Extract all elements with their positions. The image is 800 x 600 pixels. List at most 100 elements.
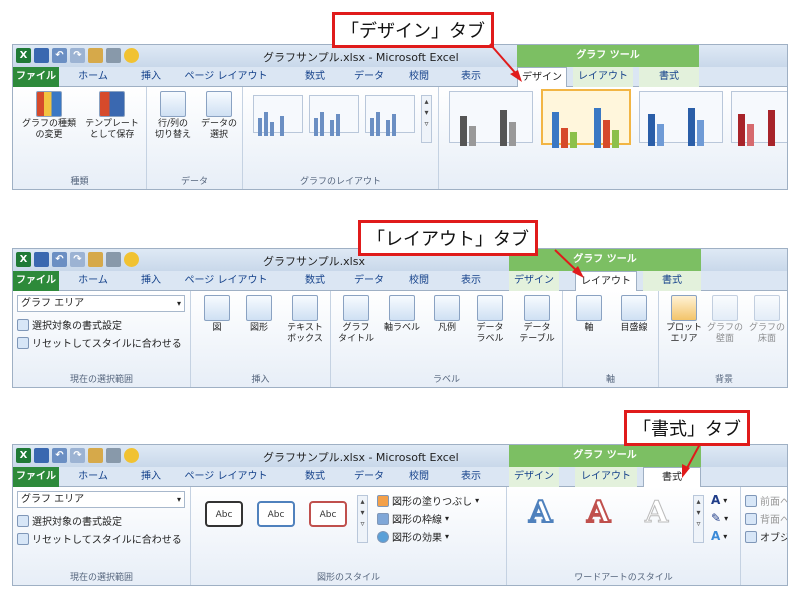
smiley-icon[interactable] bbox=[124, 448, 139, 463]
chart-style-red[interactable] bbox=[731, 91, 787, 143]
redo-icon[interactable]: ↷ bbox=[70, 252, 85, 267]
shape-outline-button[interactable]: 図形の枠線 ▾ bbox=[377, 511, 449, 526]
select-data-button[interactable]: データの 選択 bbox=[197, 91, 241, 141]
data-labels-button[interactable]: データ ラベル bbox=[469, 295, 511, 345]
chart-layout-option-2[interactable] bbox=[309, 95, 359, 133]
tab-file[interactable]: ファイル bbox=[13, 467, 59, 487]
reset-to-match-style-button[interactable]: リセットしてスタイルに合わせる bbox=[17, 531, 182, 546]
chart-layout-option-3[interactable] bbox=[365, 95, 415, 133]
selection-pane-button[interactable]: オブジェ bbox=[745, 529, 787, 544]
shape-style-blue[interactable]: Abc bbox=[257, 501, 295, 527]
format-selection-button[interactable]: 選択対象の書式設定 bbox=[17, 513, 122, 528]
tab-home[interactable]: ホーム bbox=[73, 271, 113, 291]
save-as-template-button[interactable]: テンプレート として保存 bbox=[81, 91, 143, 141]
tab-page-layout[interactable]: ページ レイアウト bbox=[183, 271, 269, 291]
tab-page-layout[interactable]: ページ レイアウト bbox=[183, 467, 269, 487]
tab-data[interactable]: データ bbox=[351, 67, 387, 87]
text-fill-button[interactable]: A ▾ bbox=[711, 493, 727, 507]
excel-icon[interactable]: X bbox=[16, 48, 31, 63]
tab-insert[interactable]: 挿入 bbox=[131, 271, 171, 291]
save-icon[interactable] bbox=[34, 448, 49, 463]
shape-fill-button[interactable]: 図形の塗りつぶし ▾ bbox=[377, 493, 479, 508]
legend-button[interactable]: 凡例 bbox=[427, 295, 467, 334]
wordart-style-red[interactable]: A bbox=[586, 494, 611, 531]
tab-layout[interactable]: レイアウト bbox=[575, 271, 637, 292]
change-chart-type-button[interactable]: グラフの種類 の変更 bbox=[19, 91, 79, 141]
axis-titles-button[interactable]: 軸ラベル bbox=[381, 295, 423, 334]
tab-formulas[interactable]: 数式 bbox=[299, 467, 331, 487]
tab-data[interactable]: データ bbox=[351, 271, 387, 291]
layout-gallery-scroll[interactable]: ▴ ▾ ▿ bbox=[421, 95, 432, 143]
chart-style-multicolor-selected[interactable] bbox=[541, 89, 631, 145]
wordart-style-light[interactable]: A bbox=[644, 495, 668, 531]
print-icon[interactable] bbox=[106, 48, 121, 63]
tab-page-layout[interactable]: ページ レイアウト bbox=[183, 67, 269, 87]
switch-row-column-button[interactable]: 行/列の 切り替え bbox=[151, 91, 195, 141]
undo-icon[interactable]: ↶ bbox=[52, 48, 67, 63]
tab-layout[interactable]: レイアウト bbox=[573, 67, 633, 87]
insert-picture-button[interactable]: 図 bbox=[197, 295, 237, 334]
tab-review[interactable]: 校閲 bbox=[403, 67, 435, 87]
tab-format[interactable]: 書式 bbox=[643, 271, 701, 291]
redo-icon[interactable]: ↷ bbox=[70, 448, 85, 463]
tab-insert[interactable]: 挿入 bbox=[131, 467, 171, 487]
group-chart-layouts: ▴ ▾ ▿ グラフのレイアウト bbox=[243, 87, 439, 189]
tab-design[interactable]: デザイン bbox=[509, 467, 559, 487]
chart-style-blue[interactable] bbox=[639, 91, 723, 143]
tab-review[interactable]: 校閲 bbox=[403, 467, 435, 487]
wordart-gallery-scroll[interactable]: ▴ ▾ ▿ bbox=[693, 495, 704, 543]
format-selection-button[interactable]: 選択対象の書式設定 bbox=[17, 317, 122, 332]
tab-design[interactable]: デザイン bbox=[517, 67, 567, 88]
tab-insert[interactable]: 挿入 bbox=[131, 67, 171, 87]
tab-view[interactable]: 表示 bbox=[455, 271, 487, 291]
tab-formulas[interactable]: 数式 bbox=[299, 271, 331, 291]
save-icon[interactable] bbox=[34, 48, 49, 63]
tab-file[interactable]: ファイル bbox=[13, 67, 59, 87]
axes-button[interactable]: 軸 bbox=[569, 295, 609, 334]
open-icon[interactable] bbox=[88, 448, 103, 463]
excel-icon[interactable]: X bbox=[16, 448, 31, 463]
tab-design[interactable]: デザイン bbox=[509, 271, 559, 291]
data-table-button[interactable]: データ テーブル bbox=[515, 295, 559, 345]
tab-home[interactable]: ホーム bbox=[73, 467, 113, 487]
chart-layout-option-1[interactable] bbox=[253, 95, 303, 133]
tab-layout[interactable]: レイアウト bbox=[575, 467, 637, 487]
wordart-style-blue[interactable]: A bbox=[528, 494, 553, 531]
tab-view[interactable]: 表示 bbox=[455, 67, 487, 87]
tab-home[interactable]: ホーム bbox=[73, 67, 113, 87]
print-icon[interactable] bbox=[106, 252, 121, 267]
tab-format[interactable]: 書式 bbox=[639, 67, 699, 87]
chart-title-button[interactable]: グラフ タイトル bbox=[335, 295, 377, 345]
text-effects-button[interactable]: A ▾ bbox=[711, 529, 727, 543]
shape-style-gallery-scroll[interactable]: ▴ ▾ ▿ bbox=[357, 495, 368, 543]
tab-review[interactable]: 校閲 bbox=[403, 271, 435, 291]
gridlines-button[interactable]: 目盛線 bbox=[613, 295, 655, 334]
shape-effects-button[interactable]: 図形の効果 ▾ bbox=[377, 529, 449, 544]
save-icon[interactable] bbox=[34, 252, 49, 267]
shape-style-black[interactable]: Abc bbox=[205, 501, 243, 527]
tab-formulas[interactable]: 数式 bbox=[299, 67, 331, 87]
insert-shapes-button[interactable]: 図形 bbox=[239, 295, 279, 334]
shape-style-red[interactable]: Abc bbox=[309, 501, 347, 527]
undo-icon[interactable]: ↶ bbox=[52, 252, 67, 267]
plot-area-button[interactable]: プロット エリア bbox=[663, 295, 705, 345]
insert-textbox-button[interactable]: テキスト ボックス bbox=[283, 295, 327, 345]
open-icon[interactable] bbox=[88, 48, 103, 63]
redo-icon[interactable]: ↷ bbox=[70, 48, 85, 63]
tab-data[interactable]: データ bbox=[351, 467, 387, 487]
chart-style-gray[interactable] bbox=[449, 91, 533, 143]
reset-to-match-style-button[interactable]: リセットしてスタイルに合わせる bbox=[17, 335, 182, 350]
print-icon[interactable] bbox=[106, 448, 121, 463]
smiley-icon[interactable] bbox=[124, 48, 139, 63]
undo-icon[interactable]: ↶ bbox=[52, 448, 67, 463]
smiley-icon[interactable] bbox=[124, 252, 139, 267]
open-icon[interactable] bbox=[88, 252, 103, 267]
tab-format[interactable]: 書式 bbox=[643, 467, 701, 488]
tab-view[interactable]: 表示 bbox=[455, 467, 487, 487]
tab-file[interactable]: ファイル bbox=[13, 271, 59, 291]
excel-icon[interactable]: X bbox=[16, 252, 31, 267]
chart-element-dropdown[interactable]: グラフ エリア ▾ bbox=[17, 491, 185, 508]
text-outline-button[interactable]: ✎ ▾ bbox=[711, 511, 728, 525]
chevron-down-icon: ▾ bbox=[176, 495, 181, 504]
chart-element-dropdown[interactable]: グラフ エリア ▾ bbox=[17, 295, 185, 312]
